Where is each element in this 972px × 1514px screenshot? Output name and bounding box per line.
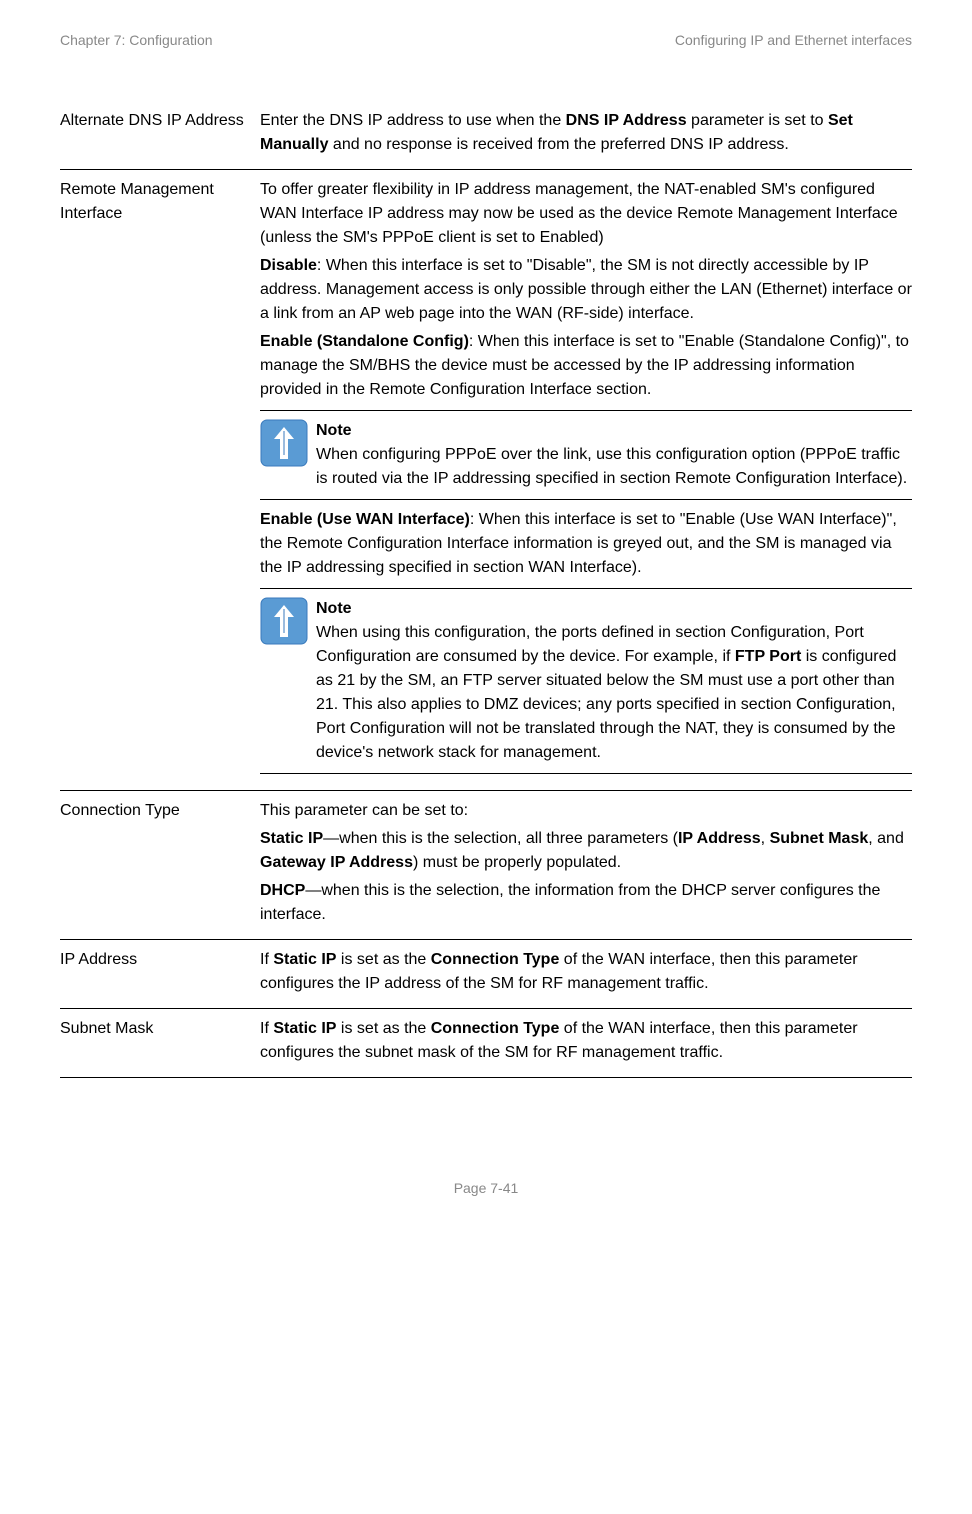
note-body: When configuring PPPoE over the link, us…	[316, 443, 912, 491]
text: ) must be properly populated.	[413, 854, 621, 871]
text: , and	[868, 830, 904, 847]
header-left: Chapter 7: Configuration	[60, 30, 213, 51]
paragraph: Disable: When this interface is set to "…	[260, 254, 912, 326]
param-name-alt-dns: Alternate DNS IP Address	[60, 109, 260, 161]
table-row: Remote Management Interface To offer gre…	[60, 169, 912, 790]
note-text: Note When using this configuration, the …	[316, 597, 912, 765]
note-text: Note When configuring PPPoE over the lin…	[316, 419, 912, 491]
info-icon	[260, 597, 308, 645]
param-desc: If Static IP is set as the Connection Ty…	[260, 948, 912, 1000]
note-icon-container	[260, 419, 316, 491]
param-desc: Enter the DNS IP address to use when the…	[260, 109, 912, 161]
text: —when this is the selection, the informa…	[260, 882, 880, 923]
param-name-connection-type: Connection Type	[60, 799, 260, 931]
note-title: Note	[316, 419, 912, 443]
param-desc: If Static IP is set as the Connection Ty…	[260, 1017, 912, 1069]
text: If	[260, 1020, 273, 1037]
bold-text: Enable (Standalone Config)	[260, 333, 469, 350]
text: is set as the	[336, 951, 430, 968]
bold-text: Static IP	[273, 1020, 336, 1037]
note-icon-container	[260, 597, 316, 765]
text: is set as the	[336, 1020, 430, 1037]
text: parameter is set to	[687, 112, 828, 129]
page-header: Chapter 7: Configuration Configuring IP …	[60, 30, 912, 51]
table-row: Connection Type This parameter can be se…	[60, 790, 912, 939]
param-name-ip-address: IP Address	[60, 948, 260, 1000]
text: If	[260, 951, 273, 968]
parameter-table: Alternate DNS IP Address Enter the DNS I…	[60, 101, 912, 1078]
paragraph: To offer greater flexibility in IP addre…	[260, 178, 912, 250]
note-box: Note When configuring PPPoE over the lin…	[260, 410, 912, 500]
paragraph: DHCP—when this is the selection, the inf…	[260, 879, 912, 927]
bold-text: Connection Type	[431, 1020, 560, 1037]
text: and no response is received from the pre…	[328, 136, 788, 153]
bold-text: Subnet Mask	[770, 830, 869, 847]
paragraph: Enable (Use WAN Interface): When this in…	[260, 508, 912, 580]
bold-text: Disable	[260, 257, 317, 274]
bold-text: FTP Port	[735, 648, 801, 665]
note-box: Note When using this configuration, the …	[260, 588, 912, 774]
text: : When this interface is set to "Disable…	[260, 257, 912, 322]
bold-text: DHCP	[260, 882, 305, 899]
paragraph: If Static IP is set as the Connection Ty…	[260, 1017, 912, 1065]
bold-text: Static IP	[273, 951, 336, 968]
table-row: IP Address If Static IP is set as the Co…	[60, 939, 912, 1008]
note-title: Note	[316, 597, 912, 621]
param-desc: This parameter can be set to: Static IP—…	[260, 799, 912, 931]
bold-text: Connection Type	[431, 951, 560, 968]
bold-text: Static IP	[260, 830, 323, 847]
paragraph: Enable (Standalone Config): When this in…	[260, 330, 912, 402]
info-icon	[260, 419, 308, 467]
bold-text: DNS IP Address	[566, 112, 687, 129]
bold-text: IP Address	[678, 830, 761, 847]
param-name-remote: Remote Management Interface	[60, 178, 260, 782]
bold-text: Gateway IP Address	[260, 854, 413, 871]
paragraph: If Static IP is set as the Connection Ty…	[260, 948, 912, 996]
note-body: When using this configuration, the ports…	[316, 621, 912, 765]
bold-text: Enable (Use WAN Interface)	[260, 511, 470, 528]
paragraph: This parameter can be set to:	[260, 799, 912, 823]
header-right: Configuring IP and Ethernet interfaces	[675, 30, 912, 51]
param-name-subnet-mask: Subnet Mask	[60, 1017, 260, 1069]
paragraph: Enter the DNS IP address to use when the…	[260, 109, 912, 157]
paragraph: Static IP—when this is the selection, al…	[260, 827, 912, 875]
text: Enter the DNS IP address to use when the	[260, 112, 566, 129]
page-footer: Page 7-41	[60, 1178, 912, 1199]
text: ,	[761, 830, 770, 847]
table-row: Subnet Mask If Static IP is set as the C…	[60, 1008, 912, 1078]
param-desc: To offer greater flexibility in IP addre…	[260, 178, 912, 782]
table-row: Alternate DNS IP Address Enter the DNS I…	[60, 101, 912, 169]
text: —when this is the selection, all three p…	[323, 830, 678, 847]
